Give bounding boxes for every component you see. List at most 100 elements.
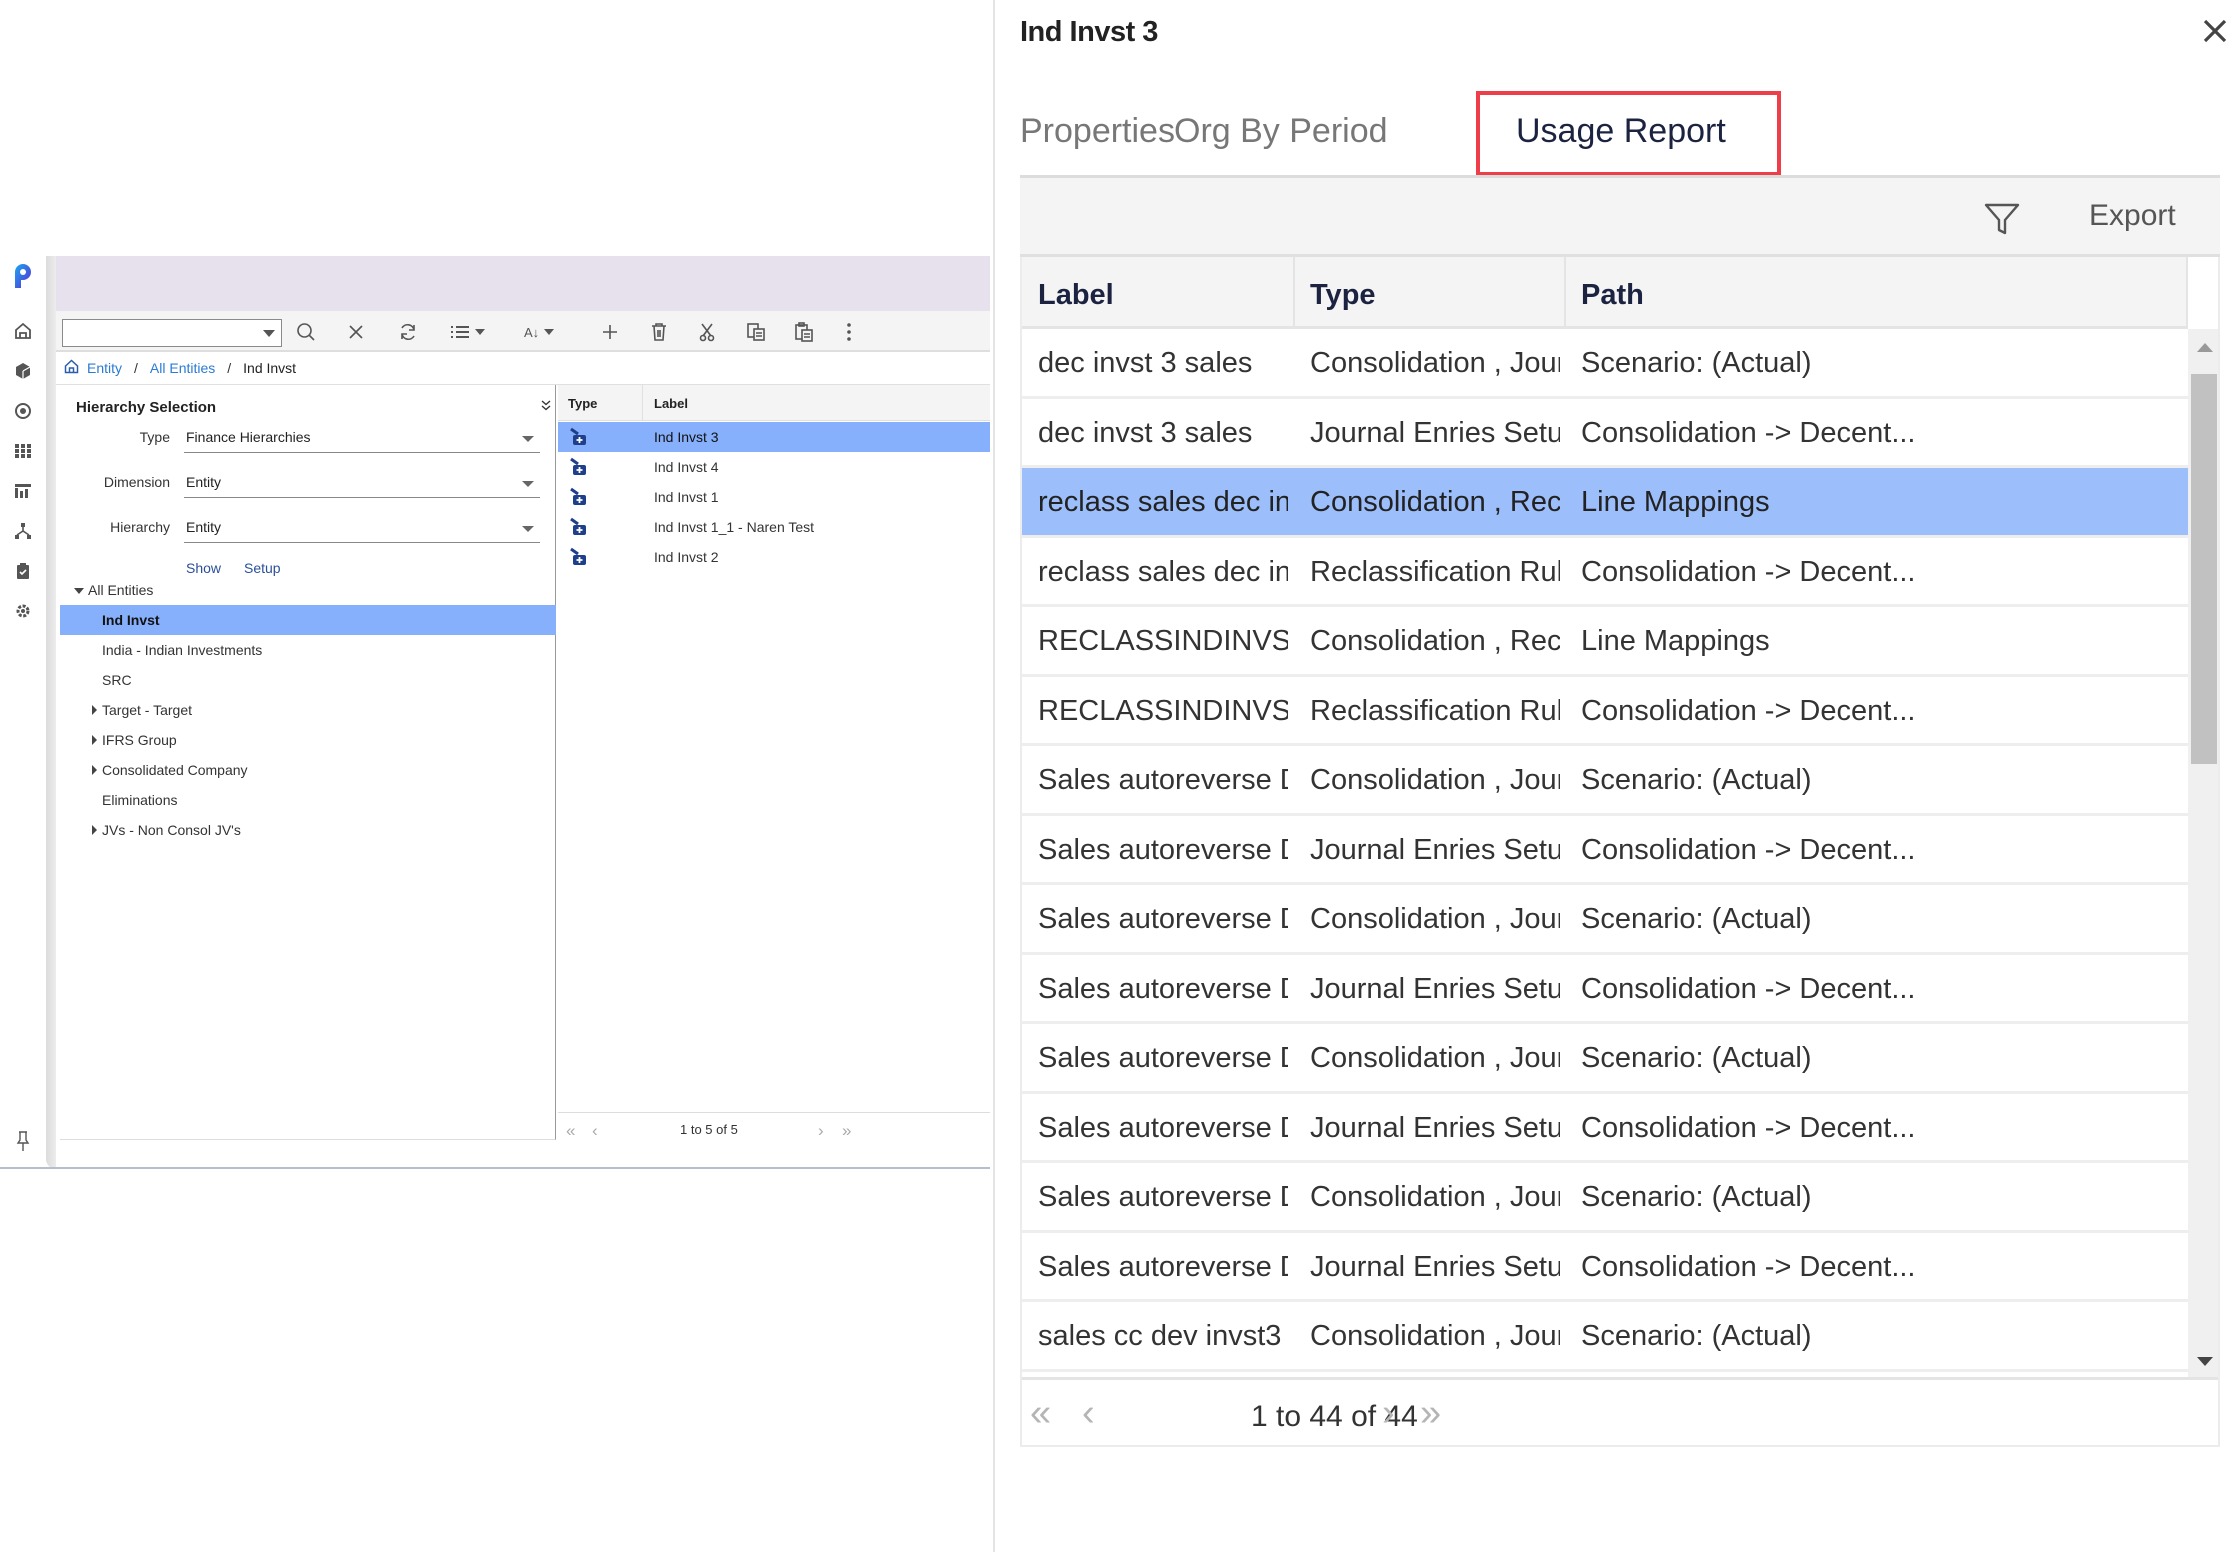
copy-button[interactable] [746, 319, 766, 345]
list-row[interactable]: Ind Invst 1_1 - Naren Test [558, 512, 990, 542]
breadcrumb-entity[interactable]: Entity [87, 360, 122, 376]
refresh-button[interactable] [398, 319, 418, 345]
dimension-select[interactable]: Entity [184, 470, 540, 498]
tree-item[interactable]: All Entities [60, 575, 556, 605]
last-page-icon[interactable]: » [1420, 1392, 1441, 1435]
grid-row[interactable]: Sales autoreverse Dec C... Consolidation … [1022, 746, 2188, 816]
hierarchy-selection-title: Hierarchy Selection [76, 399, 217, 416]
grid-row[interactable]: Sales autoreverse Dec LC... Consolidation… [1022, 1024, 2188, 1094]
tree-item[interactable]: IFRS Group [60, 725, 556, 755]
caret-right-icon[interactable] [92, 735, 97, 745]
caret-right-icon[interactable] [92, 825, 97, 835]
tree-item[interactable]: SRC [60, 665, 556, 695]
grid-row[interactable]: Sales autoreverse Dec C... Journal Enries… [1022, 954, 2188, 1024]
grid-row[interactable]: Sales autoreverse Dec LC... Journal Enrie… [1022, 1093, 2188, 1163]
first-page-icon[interactable]: « [566, 1121, 575, 1141]
breadcrumb-all-entities[interactable]: All Entities [150, 360, 215, 376]
list-row[interactable]: Ind Invst 1 [558, 482, 990, 512]
hierarchy-select[interactable]: Entity [184, 515, 540, 543]
grid-row[interactable]: sales cc dev invst3 Consolidation , Journ… [1022, 1302, 2188, 1372]
cell-label: reclass sales dec invst 3 [1038, 486, 1288, 518]
type-select[interactable]: Finance Hierarchies [184, 425, 540, 453]
grid-scrollbar[interactable] [2188, 329, 2218, 1377]
cell-path: Scenario: (Actual) [1581, 1181, 1812, 1213]
close-button[interactable] [2202, 16, 2228, 50]
list-row[interactable]: Ind Invst 4 [558, 452, 990, 482]
home-icon[interactable] [64, 358, 79, 378]
target-icon[interactable] [10, 398, 36, 424]
list-row[interactable]: Ind Invst 3 [558, 422, 990, 452]
tree-item[interactable]: India - Indian Investments [60, 635, 556, 665]
column-divider[interactable] [1564, 257, 1566, 329]
filter-button[interactable] [1983, 200, 2023, 238]
rail-divider [46, 256, 56, 1169]
grid-row[interactable]: dec invst 3 sales Journal Enries Setup Con… [1022, 398, 2188, 468]
prev-page-icon[interactable]: ‹ [1082, 1392, 1095, 1435]
prev-page-icon[interactable]: ‹ [592, 1121, 598, 1141]
column-header-type[interactable]: Type [1310, 279, 1376, 312]
delete-button[interactable] [650, 319, 668, 345]
tree-item-label: Eliminations [102, 792, 178, 808]
tree-item[interactable]: JVs - Non Consol JV's [60, 815, 556, 845]
column-header-label[interactable]: Label [1038, 279, 1114, 312]
tab-org-by-period[interactable]: Org By Period [1174, 112, 1388, 151]
tree-item[interactable]: Target - Target [60, 695, 556, 725]
hierarchy-icon[interactable] [10, 518, 36, 544]
caret-down-icon[interactable] [74, 588, 84, 594]
setup-button[interactable]: Setup [244, 560, 281, 576]
grid-icon[interactable] [10, 438, 36, 464]
scroll-down-icon[interactable] [2197, 1357, 2213, 1366]
next-page-icon[interactable]: › [818, 1121, 824, 1141]
next-page-icon[interactable]: › [1382, 1392, 1395, 1435]
search-button[interactable] [296, 319, 316, 345]
list-row[interactable]: Ind Invst 2 [558, 542, 990, 572]
column-header-path[interactable]: Path [1581, 279, 1644, 312]
dimension-select-value: Entity [186, 474, 222, 490]
clear-button[interactable] [348, 319, 364, 345]
grid-row[interactable]: Sales autoreverse Dec LC... Consolidation… [1022, 1163, 2188, 1233]
tree-item[interactable]: Eliminations [60, 785, 556, 815]
sort-button[interactable]: A↓ [524, 319, 555, 345]
pin-icon[interactable] [10, 1128, 36, 1154]
column-divider[interactable] [1293, 257, 1295, 329]
grid-row[interactable]: Sales autoreverse Dec C... Consolidation … [1022, 885, 2188, 955]
gear-icon[interactable] [10, 598, 36, 624]
paste-button[interactable] [794, 319, 814, 345]
grid-row[interactable]: reclass sales dec invst 3 Reclassificatio… [1022, 537, 2188, 607]
member-list-panel: Type Label Ind Invst 3 Ind Invst 4 Ind Inv… [558, 385, 990, 1169]
collapse-panel-button[interactable] [541, 399, 551, 414]
clipboard-check-icon[interactable] [10, 558, 36, 584]
scroll-thumb[interactable] [2191, 374, 2217, 764]
column-header-type[interactable]: Type [568, 396, 597, 411]
column-header-label[interactable]: Label [654, 396, 688, 411]
app-logo-icon[interactable] [10, 264, 36, 290]
report-icon[interactable] [10, 478, 36, 504]
double-chevron-down-icon [541, 400, 551, 411]
list-view-button[interactable] [450, 319, 485, 345]
last-page-icon[interactable]: » [842, 1121, 851, 1141]
tab-properties[interactable]: Properties [1020, 112, 1175, 151]
caret-right-icon[interactable] [92, 765, 97, 775]
grid-row[interactable]: RECLASSINDINVST3 jan Consolidation , Recl… [1022, 607, 2188, 677]
cut-button[interactable] [699, 319, 715, 345]
grid-row[interactable]: Sales autoreverse Dec LC... Journal Enrie… [1022, 1232, 2188, 1302]
export-button[interactable]: Export [2089, 199, 2176, 233]
more-options-button[interactable] [846, 319, 852, 345]
first-page-icon[interactable]: « [1030, 1392, 1051, 1435]
cell-type: Consolidation , Reclass ... [1310, 486, 1560, 518]
grid-row[interactable]: Sales autoreverse Dec C... Journal Enries… [1022, 815, 2188, 885]
home-icon[interactable] [10, 318, 36, 344]
caret-right-icon[interactable] [92, 705, 97, 715]
panel-divider[interactable] [993, 0, 995, 1552]
tree-item[interactable]: Consolidated Company [60, 755, 556, 785]
add-button[interactable] [601, 319, 619, 345]
grid-row[interactable]: RECLASSINDINVST3 jan Reclassification Rul… [1022, 676, 2188, 746]
cube-icon[interactable] [10, 358, 36, 384]
grid-row[interactable]: dec invst 3 sales Consolidation , Journal… [1022, 329, 2188, 399]
tree-item[interactable]: Ind Invst [60, 605, 556, 635]
grid-row[interactable]: reclass sales dec invst 3 Consolidation ,… [1022, 468, 2188, 538]
search-combo-input[interactable] [62, 319, 282, 347]
show-button[interactable]: Show [186, 560, 221, 576]
refresh-icon [401, 324, 415, 340]
scroll-up-icon[interactable] [2197, 343, 2213, 352]
